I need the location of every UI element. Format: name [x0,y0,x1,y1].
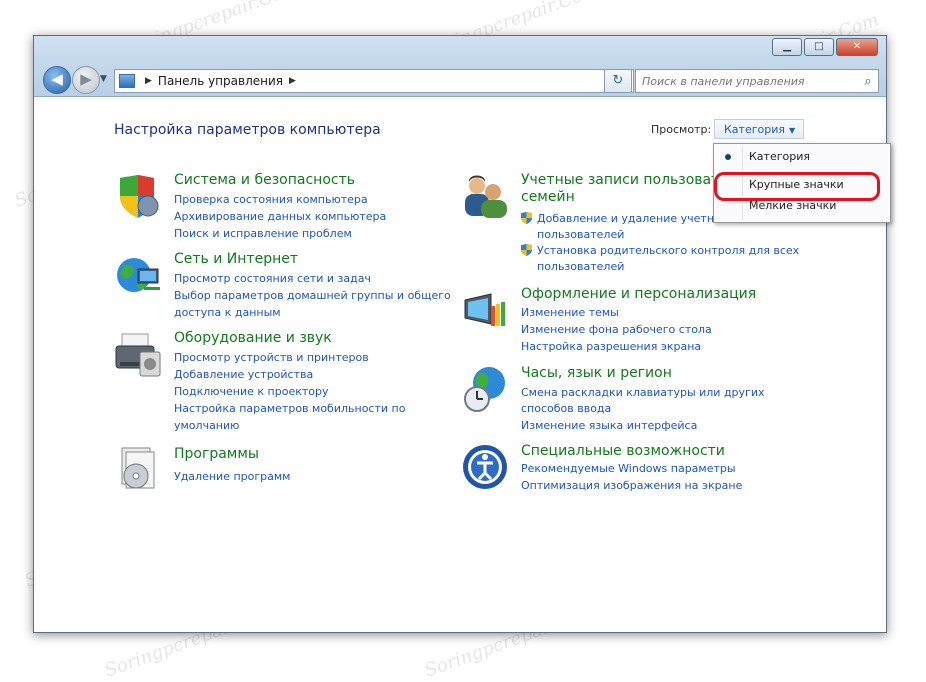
search-icon[interactable]: ⌕ [858,74,878,89]
category-title[interactable]: Часы, язык и регион [521,365,672,381]
programs-icon [121,447,155,489]
radio-dot-icon [725,154,731,160]
page-title: Настройка параметров компьютера [114,122,381,138]
accessibility-icon [463,445,507,489]
history-dropdown-icon[interactable]: ▼ [100,74,107,84]
breadcrumb-control-panel[interactable]: Панель управления [158,74,283,88]
clock-globe-icon [464,367,505,412]
view-label: Просмотр: [651,123,712,136]
users-icon [465,175,507,218]
link-backup[interactable]: Архивирование данных компьютера [174,210,386,223]
link-add-device[interactable]: Добавление устройства [174,368,313,381]
chevron-down-icon: ▼ [788,126,796,135]
globe-network-icon [117,258,160,292]
address-bar[interactable]: ▶ Панель управления ▶ [114,69,634,93]
appearance-icon [464,293,505,326]
breadcrumb-arrow-icon[interactable]: ▶ [145,76,152,86]
link-devices-printers[interactable]: Просмотр устройств и принтеров [174,351,369,364]
link-homegroup-cont[interactable]: доступа к данным [174,306,281,319]
link-keyboard-layout[interactable]: Смена раскладки клавиатуры или других [521,386,765,399]
link-mobility-cont[interactable]: умолчанию [174,419,239,432]
category-title[interactable]: Программы [174,446,259,462]
search-box[interactable]: ⌕ [635,69,879,93]
back-button[interactable]: ◀ [43,66,71,94]
security-shield-icon [120,175,159,218]
link-add-remove-accounts-cont[interactable]: пользователей [537,228,624,241]
category-accessibility: Специальные возможности Рекомендуемые Wi… [461,443,801,503]
link-projector[interactable]: Подключение к проектору [174,385,329,398]
category-security: Система и безопасность Проверка состояни… [114,172,434,242]
category-title[interactable]: Оборудование и звук [174,330,332,346]
minimize-button[interactable]: ▁ [772,38,802,56]
link-homegroup[interactable]: Выбор параметров домашней группы и общег… [174,289,451,302]
window-controls: ▁ □ ✕ [772,38,878,56]
uac-shield-icon [521,244,532,256]
link-parental-controls[interactable]: Установка родительского контроля для все… [537,244,799,257]
category-title[interactable]: Специальные возможности [521,443,725,459]
link-screen-resolution[interactable]: Настройка разрешения экрана [521,340,701,353]
category-title[interactable]: Сеть и Интернет [174,251,298,267]
control-panel-window: ▁ □ ✕ ◀ ▶ ▼ ▶ Панель управления ▶ ↻ ⌕ На… [33,35,891,633]
link-check-status[interactable]: Проверка состояния компьютера [174,193,368,206]
category-title-cont[interactable]: семейн [521,189,575,205]
category-clock: Часы, язык и регион Смена раскладки клав… [461,365,801,435]
forward-button[interactable]: ▶ [72,66,100,94]
link-uninstall[interactable]: Удаление программ [174,470,290,483]
link-parental-controls-cont[interactable]: пользователей [537,260,624,273]
link-add-remove-accounts[interactable]: Добавление и удаление учетны [537,212,723,225]
window-chrome: ▁ □ ✕ ◀ ▶ ▼ ▶ Панель управления ▶ ↻ ⌕ [34,36,886,97]
close-button[interactable]: ✕ [836,38,878,56]
breadcrumb-arrow-icon[interactable]: ▶ [289,76,296,86]
link-recommended-settings[interactable]: Рекомендуемые Windows параметры [521,462,736,475]
category-hardware: Оборудование и звук Просмотр устройств и… [114,330,444,432]
menu-item-label: Категория [749,150,810,163]
refresh-button[interactable]: ↻ [604,69,632,93]
category-title[interactable]: Учетные записи пользоват [521,172,719,188]
maximize-button[interactable]: □ [804,38,834,56]
category-network: Сеть и Интернет Просмотр состояния сети … [114,251,451,321]
link-optimize-display[interactable]: Оптимизация изображения на экране [521,479,742,492]
view-dropdown-value: Категория [724,123,785,136]
control-panel-icon [119,74,135,88]
link-change-background[interactable]: Изменение фона рабочего стола [521,323,712,336]
category-programs: Программы Удаление программ [114,446,444,501]
printer-icon [115,333,161,377]
link-change-theme[interactable]: Изменение темы [521,306,619,319]
category-appearance: Оформление и персонализация Изменение те… [461,286,801,356]
uac-shield-icon [521,212,532,224]
search-input[interactable] [636,73,858,89]
link-mobility[interactable]: Настройка параметров мобильности по [174,402,405,415]
link-network-status[interactable]: Просмотр состояния сети и задач [174,272,371,285]
highlight-annotation [714,172,880,201]
link-change-language[interactable]: Изменение языка интерфейса [521,419,697,432]
link-troubleshoot[interactable]: Поиск и исправление проблем [174,227,352,240]
category-title[interactable]: Система и безопасность [174,172,355,188]
link-keyboard-layout-cont[interactable]: способов ввода [521,402,611,415]
menu-item-category[interactable]: Категория [714,147,890,167]
view-dropdown[interactable]: Категория ▼ [714,119,804,139]
category-title[interactable]: Оформление и персонализация [521,286,756,302]
